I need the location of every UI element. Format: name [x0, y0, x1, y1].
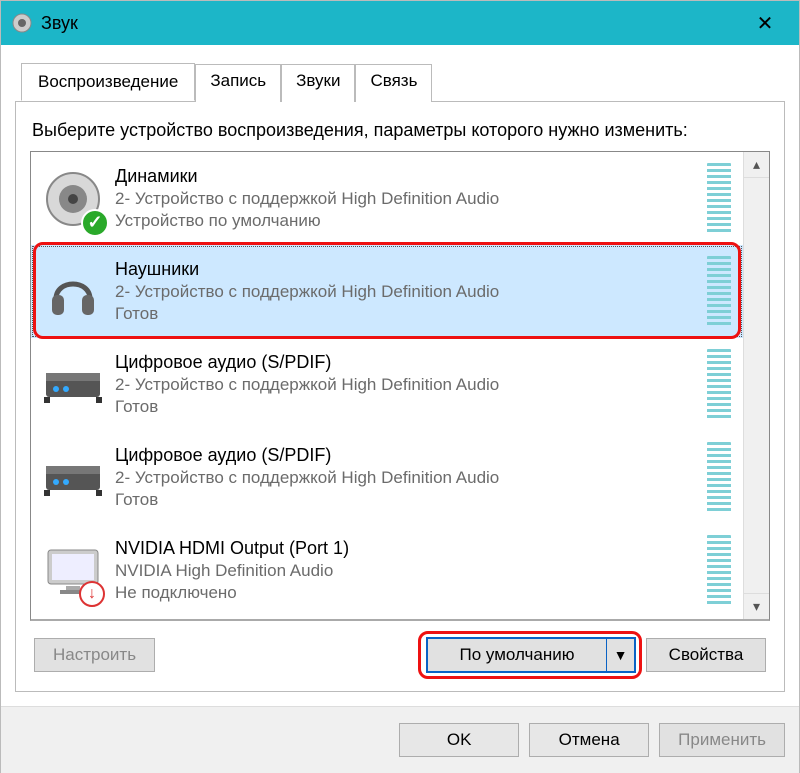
level-meter [707, 442, 731, 514]
apply-button[interactable]: Применить [659, 723, 785, 757]
tab-content-playback: Выберите устройство воспроизведения, пар… [15, 102, 785, 692]
tab-communications[interactable]: Связь [355, 64, 432, 102]
set-default-button[interactable]: По умолчанию ▼ [426, 637, 636, 673]
close-button[interactable]: ✕ [735, 1, 795, 45]
device-name: Цифровое аудио (S/PDIF) [115, 352, 707, 373]
device-name: NVIDIA HDMI Output (Port 1) [115, 538, 707, 559]
device-description: 2- Устройство с поддержкой High Definiti… [115, 467, 707, 488]
sound-icon [11, 12, 33, 34]
disconnected-badge-icon: ↓ [79, 581, 105, 607]
titlebar: Звук ✕ [1, 1, 799, 45]
cancel-button[interactable]: Отмена [529, 723, 649, 757]
device-description: NVIDIA High Definition Audio [115, 560, 707, 581]
device-description: 2- Устройство с поддержкой High Definiti… [115, 374, 707, 395]
device-item[interactable]: ✓ Динамики2- Устройство с поддержкой High… [31, 152, 743, 245]
scroll-up-button[interactable]: ▴ [744, 152, 769, 178]
tabs: Воспроизведение Запись Звуки Связь [15, 63, 785, 102]
device-name: Цифровое аудио (S/PDIF) [115, 445, 707, 466]
window-title: Звук [41, 13, 735, 34]
properties-button[interactable]: Свойства [646, 638, 766, 672]
device-description: 2- Устройство с поддержкой High Definiti… [115, 188, 707, 209]
close-icon: ✕ [757, 11, 774, 36]
device-item[interactable]: Наушники2- Устройство с поддержкой High … [31, 245, 743, 338]
scroll-track[interactable] [744, 178, 769, 593]
set-default-label: По умолчанию [428, 639, 606, 671]
device-status: Готов [115, 489, 707, 510]
instruction-text: Выберите устройство воспроизведения, пар… [32, 120, 768, 141]
configure-button[interactable]: Настроить [34, 638, 155, 672]
set-default-dropdown[interactable]: ▼ [606, 639, 634, 671]
ok-button[interactable]: OK [399, 723, 519, 757]
device-status: Готов [115, 303, 707, 324]
device-item[interactable]: Цифровое аудио (S/PDIF)2- Устройство с п… [31, 338, 743, 431]
device-description: 2- Устройство с поддержкой High Definiti… [115, 281, 707, 302]
device-name: Наушники [115, 259, 707, 280]
level-meter [707, 256, 731, 328]
level-meter [707, 535, 731, 607]
receiver-icon [39, 349, 107, 421]
tab-recording[interactable]: Запись [195, 64, 281, 102]
device-status: Не подключено [115, 582, 707, 603]
device-item[interactable]: ↓ NVIDIA HDMI Output (Port 1)NVIDIA High … [31, 524, 743, 617]
device-name: Динамики [115, 166, 707, 187]
speaker-icon: ✓ [39, 163, 107, 235]
device-list: ✓Динамики2- Устройство с поддержкой High… [30, 151, 770, 621]
headphones-icon [39, 256, 107, 328]
device-buttons-row: Настроить По умолчанию ▼ Свойства [30, 621, 770, 677]
tab-sounds[interactable]: Звуки [281, 64, 355, 102]
device-item[interactable]: Цифровое аудио (S/PDIF)2- Устройство с п… [31, 431, 743, 524]
tab-playback[interactable]: Воспроизведение [21, 63, 195, 101]
default-check-badge-icon: ✓ [81, 209, 109, 237]
dialog-footer: OK Отмена Применить [1, 706, 799, 773]
receiver-icon [39, 442, 107, 514]
level-meter [707, 349, 731, 421]
monitor-icon: ↓ [39, 535, 107, 607]
device-status: Устройство по умолчанию [115, 210, 707, 231]
device-status: Готов [115, 396, 707, 417]
scroll-down-button[interactable]: ▾ [744, 593, 769, 619]
level-meter [707, 163, 731, 235]
scrollbar[interactable]: ▴ ▾ [743, 152, 769, 619]
